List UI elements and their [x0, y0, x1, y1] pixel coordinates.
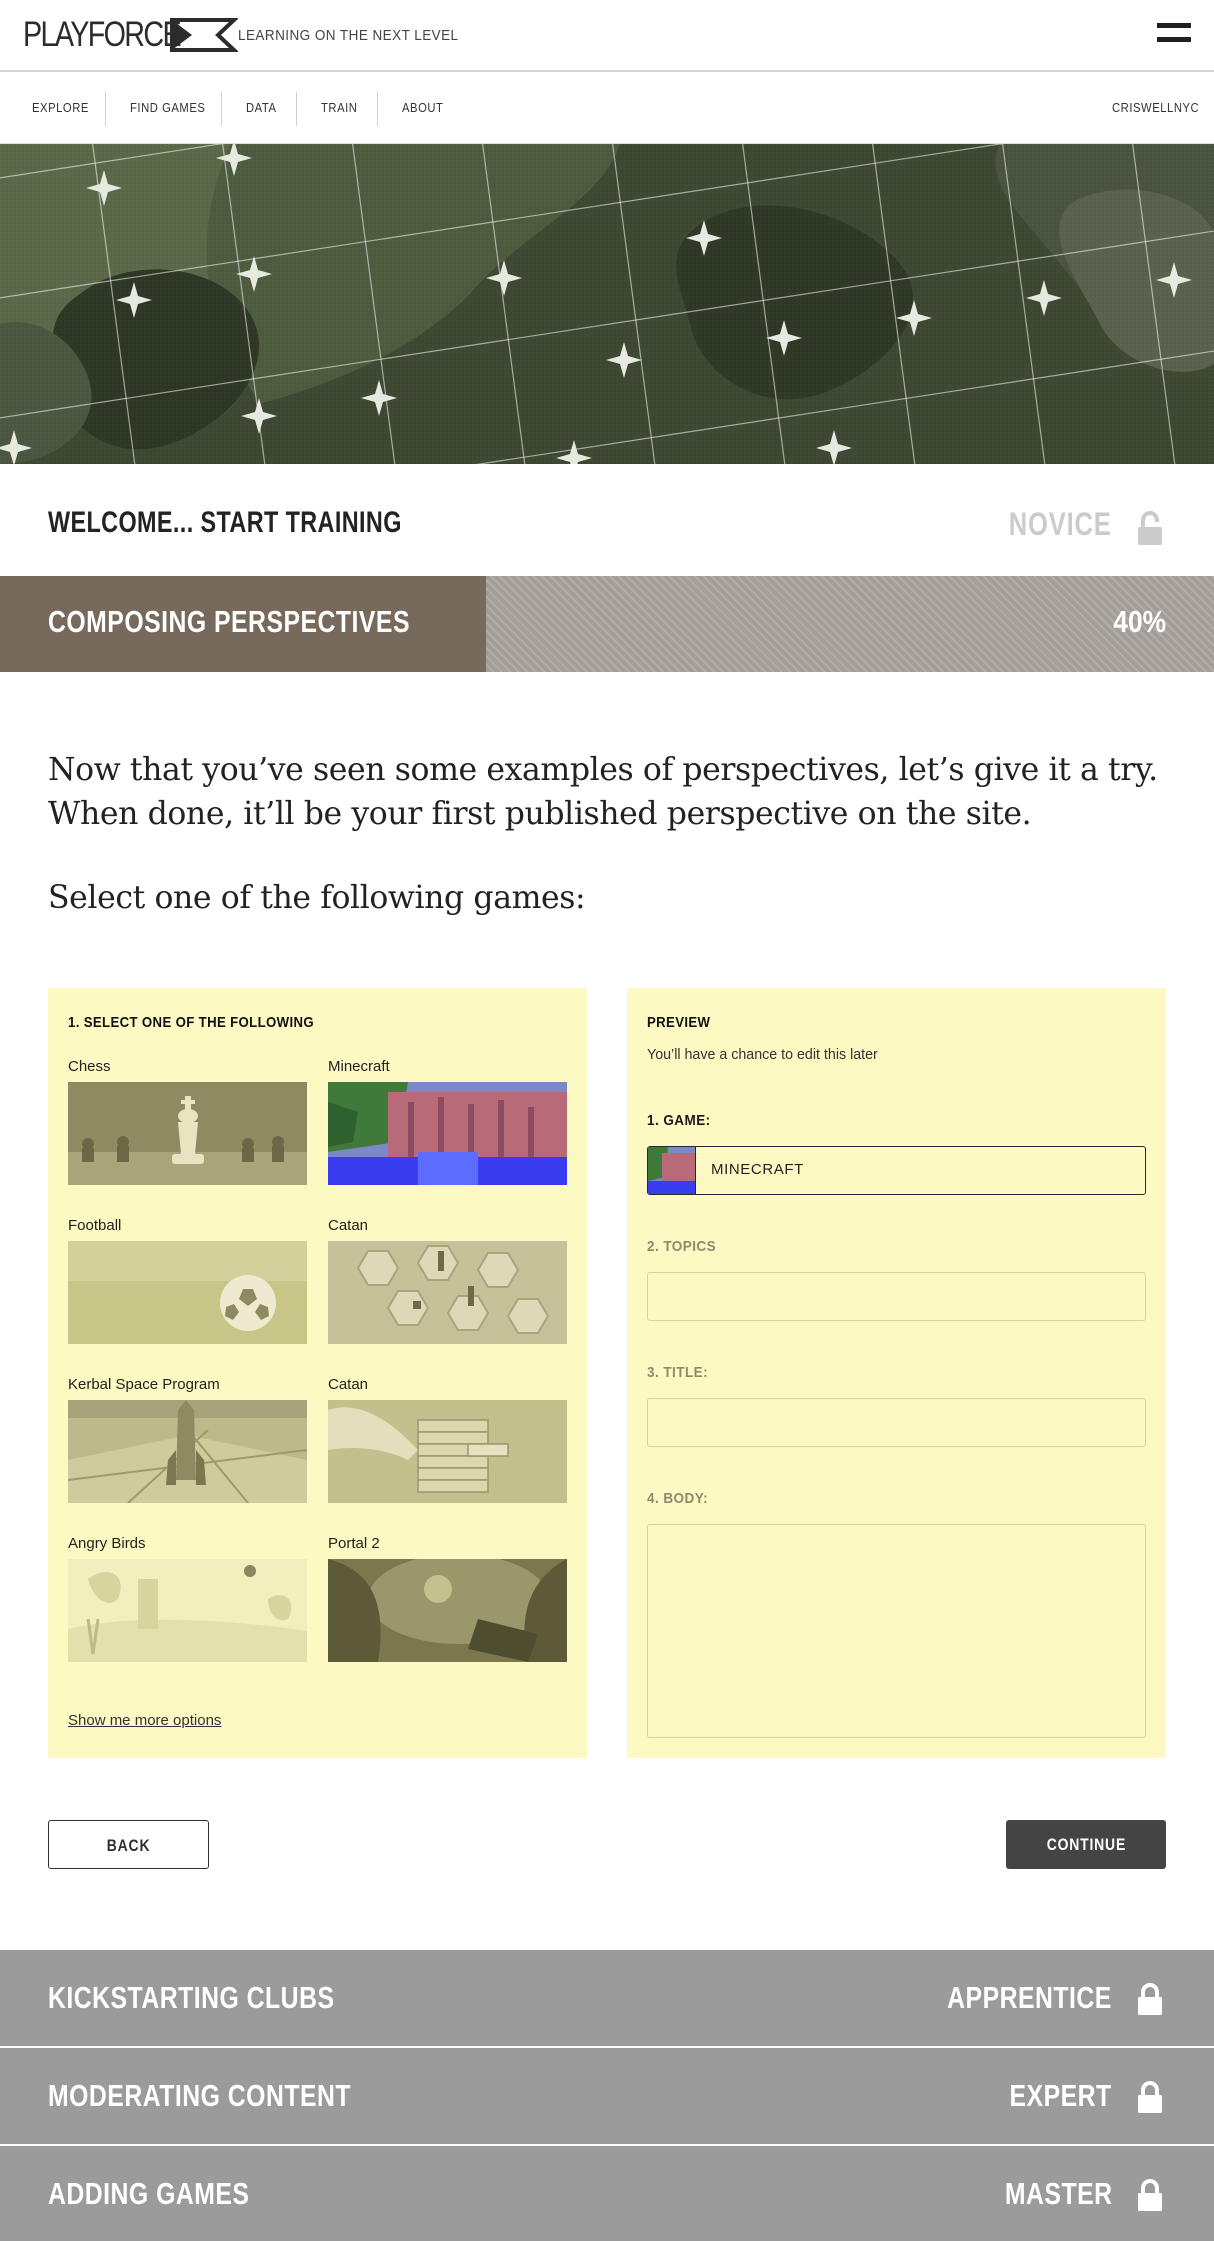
main-nav: EXPLORE FIND GAMES DATA TRAIN ABOUT CRIS…	[0, 72, 1214, 144]
game-option-label: Angry Birds	[68, 1535, 146, 1552]
topics-field-label: 2. TOPICS	[647, 1238, 717, 1255]
football-thumbnail[interactable]	[68, 1241, 307, 1344]
nav-divider	[221, 92, 222, 126]
title-field-label: 3. TITLE:	[647, 1364, 709, 1381]
preview-panel: PREVIEW You’ll have a chance to edit thi…	[627, 988, 1166, 1758]
nav-item-about[interactable]: ABOUT	[402, 72, 443, 144]
angry-birds-thumbnail[interactable]	[68, 1559, 307, 1662]
jenga-thumbnail[interactable]	[328, 1400, 567, 1503]
game-option-football[interactable]: Football	[68, 1217, 307, 1344]
nav-divider	[296, 92, 297, 126]
level-title: MODERATING CONTENT	[48, 2078, 352, 2113]
continue-button[interactable]: CONTINUE	[1006, 1820, 1166, 1869]
game-option-kerbal-space-program[interactable]: Kerbal Space Program	[68, 1376, 307, 1503]
back-button-label: BACK	[106, 1836, 151, 1855]
welcome-heading: WELCOME... START TRAINING	[48, 506, 402, 539]
select-panel-heading: 1. SELECT ONE OF THE FOLLOWING	[68, 1014, 314, 1031]
game-option-label: Catan	[328, 1376, 369, 1393]
site-tagline: LEARNING ON THE NEXT LEVEL	[238, 27, 459, 44]
user-account-link[interactable]: CRISWELLNYC	[1112, 72, 1199, 144]
game-option-label: Kerbal Space Program	[68, 1376, 220, 1393]
back-button[interactable]: BACK	[48, 1820, 209, 1869]
continue-button-label: CONTINUE	[1046, 1835, 1126, 1854]
module-title: COMPOSING PERSPECTIVES	[48, 604, 410, 639]
game-option-label: Catan	[328, 1217, 369, 1234]
selected-game-thumbnail	[648, 1147, 696, 1194]
game-option-label: Football	[68, 1217, 122, 1234]
minecraft-thumbnail[interactable]	[328, 1082, 567, 1185]
intro-text: Now that you’ve seen some examples of pe…	[48, 752, 1158, 832]
nav-item-train[interactable]: TRAIN	[321, 72, 357, 144]
hamburger-menu-icon[interactable]	[1157, 23, 1191, 47]
body-field-label: 4. BODY:	[647, 1490, 709, 1507]
training-progress-bar: COMPOSING PERSPECTIVES 40%	[0, 576, 1214, 672]
title-field[interactable]	[647, 1398, 1146, 1447]
game-option-angry-birds[interactable]: Angry Birds	[68, 1535, 307, 1662]
game-option-label: Portal 2	[328, 1535, 380, 1552]
game-option-portal-2[interactable]: Portal 2	[328, 1535, 567, 1662]
game-option-label: Chess	[68, 1058, 111, 1075]
body-field[interactable]	[647, 1524, 1146, 1738]
nav-item-data[interactable]: DATA	[246, 72, 277, 144]
select-prompt: Select one of the following games:	[48, 880, 586, 916]
level-rank: EXPERT	[1009, 2078, 1112, 2113]
level-title: KICKSTARTING CLUBS	[48, 1980, 335, 2015]
kerbal-space-program-thumbnail[interactable]	[68, 1400, 307, 1503]
locked-padlock-icon	[1138, 2179, 1162, 2211]
game-option-chess[interactable]: Chess	[68, 1058, 307, 1185]
level-rank: MASTER	[1004, 2176, 1112, 2211]
chess-thumbnail[interactable]	[68, 1082, 307, 1185]
preview-heading: PREVIEW	[647, 1014, 711, 1031]
progress-percent: 40%	[1113, 604, 1166, 639]
selected-game-value: MINECRAFT	[711, 1161, 804, 1178]
playforce-logo[interactable]: PLAYFORCE	[23, 15, 238, 54]
topics-field[interactable]	[647, 1272, 1146, 1321]
preview-subtitle: You’ll have a chance to edit this later	[647, 1046, 878, 1063]
logo-wordmark: PLAYFORCE	[23, 15, 182, 54]
nav-divider	[377, 92, 378, 126]
game-select-panel: 1. SELECT ONE OF THE FOLLOWING Chess Min…	[48, 988, 587, 1758]
hero-grid-illustration	[0, 144, 1214, 464]
flag-logo-icon	[170, 18, 238, 52]
current-rank-label: NOVICE	[1009, 506, 1112, 542]
game-field-label: 1. GAME:	[647, 1112, 711, 1129]
locked-padlock-icon	[1138, 2081, 1162, 2113]
site-header: PLAYFORCE LEARNING ON THE NEXT LEVEL	[0, 0, 1214, 72]
game-option-catan[interactable]: Catan	[328, 1217, 567, 1344]
game-field[interactable]: MINECRAFT	[647, 1146, 1146, 1195]
locked-padlock-icon	[1138, 1983, 1162, 2015]
locked-level-adding-games[interactable]: ADDING GAMES MASTER	[0, 2146, 1214, 2241]
unlocked-padlock-icon	[1138, 511, 1162, 545]
hero-banner	[0, 144, 1214, 464]
nav-item-find-games[interactable]: FIND GAMES	[130, 72, 205, 144]
nav-divider	[105, 92, 106, 126]
catan-thumbnail[interactable]	[328, 1241, 567, 1344]
nav-item-explore[interactable]: EXPLORE	[32, 72, 89, 144]
level-rank: APPRENTICE	[947, 1980, 1112, 2015]
level-title: ADDING GAMES	[48, 2176, 250, 2211]
game-option-minecraft[interactable]: Minecraft	[328, 1058, 567, 1185]
show-more-options-link[interactable]: Show me more options	[68, 1712, 221, 1729]
game-option-catan-2[interactable]: Catan	[328, 1376, 567, 1503]
locked-level-moderating-content[interactable]: MODERATING CONTENT EXPERT	[0, 2048, 1214, 2144]
game-option-label: Minecraft	[328, 1058, 390, 1075]
locked-level-kickstarting-clubs[interactable]: KICKSTARTING CLUBS APPRENTICE	[0, 1950, 1214, 2046]
portal-2-thumbnail[interactable]	[328, 1559, 567, 1662]
